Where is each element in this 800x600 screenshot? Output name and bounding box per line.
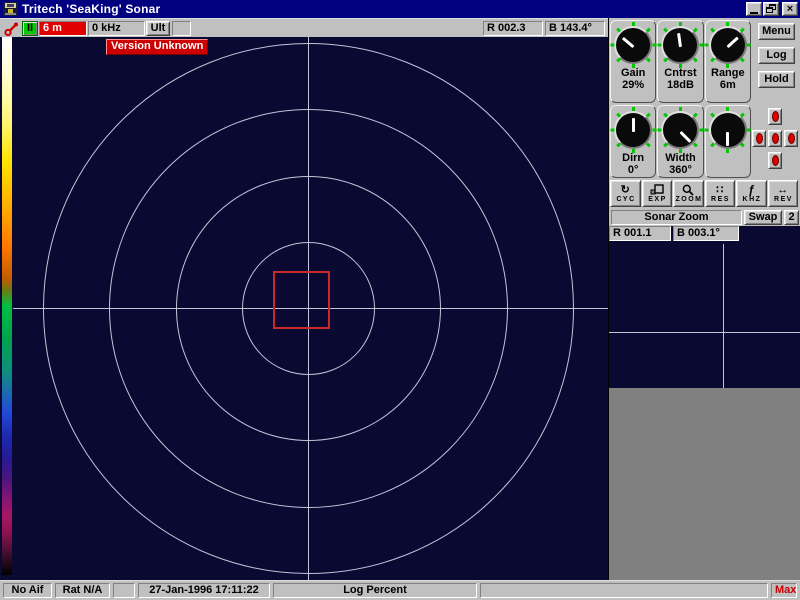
contrast-knob[interactable] [661, 26, 699, 64]
tool-button-row: ↻ CYC EXP ZOOM ∷ RES [609, 178, 800, 208]
main-content: II 6 m 0 kHz Ult R 002.3 B 143.4° [0, 18, 800, 580]
max-indicator: Max [771, 583, 797, 598]
led-right-button[interactable] [784, 130, 798, 147]
led-icon [756, 133, 763, 144]
aux-knob-panel [705, 105, 751, 178]
minimize-icon [750, 12, 758, 14]
zoom-crosshair-horizontal [609, 332, 800, 333]
aif-status-field: No Aif [3, 583, 52, 598]
width-knob[interactable] [661, 111, 699, 149]
contrast-label: Cntrst [664, 67, 696, 79]
range-knob-panel: Range 6m [705, 20, 751, 103]
intensity-colorbar [2, 37, 12, 575]
direction-label: Dirn [622, 152, 644, 164]
top-toolbar: II 6 m 0 kHz Ult R 002.3 B 143.4° [0, 18, 608, 37]
frequency-icon: ƒ [748, 183, 755, 196]
contrast-knob-panel: Cntrst 18dB [657, 20, 703, 103]
knob-row-1: Gain 29% Cntrst 18dB Range 6m Menu Log H… [609, 18, 800, 103]
range-knob[interactable] [709, 26, 747, 64]
range-readout-field: R 002.3 [483, 21, 543, 36]
setup-button[interactable] [0, 20, 22, 36]
app-window: Tritech 'SeaKing' Sonar × II 6 m 0 kHz U… [0, 0, 800, 600]
led-center-button[interactable] [768, 130, 782, 147]
frequency-field: 0 kHz [88, 21, 145, 36]
window-title: Tritech 'SeaKing' Sonar [22, 2, 745, 16]
status-bar: No Aif Rat N/A 27-Jan-1996 17:11:22 Log … [0, 580, 800, 600]
led-up-button[interactable] [768, 108, 782, 125]
spare-status-field [113, 583, 135, 598]
khz-button[interactable]: ƒ KHZ [736, 180, 767, 207]
resolution-icon: ∷ [716, 183, 723, 196]
hold-button[interactable]: Hold [758, 71, 795, 88]
title-bar: Tritech 'SeaKing' Sonar × [0, 0, 800, 18]
zoom-bearing-readout: B 003.1° [673, 226, 739, 241]
sonar-display[interactable]: Version Unknown [0, 37, 608, 580]
direction-knob[interactable] [614, 111, 652, 149]
restore-button[interactable] [763, 2, 779, 16]
res-button[interactable]: ∷ RES [705, 180, 736, 207]
gain-value: 29% [622, 79, 644, 91]
minimize-button[interactable] [746, 2, 762, 16]
zoom-icon [682, 183, 694, 196]
sonar-zoom-title: Sonar Zoom [611, 210, 742, 225]
spare-status-field-2 [480, 583, 768, 598]
zoom-crosshair-vertical [723, 244, 724, 388]
gain-knob-panel: Gain 29% [610, 20, 656, 103]
range-field: 6 m [39, 21, 87, 36]
zoom-count-button[interactable]: 2 [784, 210, 799, 225]
zoom-button[interactable]: ZOOM [673, 180, 704, 207]
aux-knob[interactable] [709, 111, 747, 149]
zoom-readout-row: R 001.1 B 003.1° [609, 226, 800, 244]
exp-button[interactable]: EXP [642, 180, 673, 207]
led-down-button[interactable] [768, 152, 782, 169]
log-button[interactable]: Log [758, 47, 795, 64]
expand-icon [650, 183, 664, 196]
knob-row-2: Dirn 0° Width 360° [609, 103, 800, 178]
spare-field [172, 21, 191, 36]
led-icon [772, 111, 779, 122]
app-icon [3, 2, 18, 16]
gain-label: Gain [621, 67, 645, 79]
rev-button[interactable]: ↔ REV [768, 180, 799, 207]
sonar-plot [0, 37, 608, 580]
ult-button[interactable]: Ult [146, 21, 170, 36]
left-column: II 6 m 0 kHz Ult R 002.3 B 143.4° [0, 18, 608, 580]
contrast-value: 18dB [667, 79, 694, 91]
zoom-region-marker [274, 272, 329, 328]
direction-knob-panel: Dirn 0° [610, 105, 656, 178]
width-label: Width [665, 152, 695, 164]
direction-value: 0° [628, 164, 639, 176]
control-panel: Gain 29% Cntrst 18dB Range 6m Menu Log H… [608, 18, 800, 580]
panel-filler [609, 388, 800, 580]
side-button-column: Menu Log Hold [752, 20, 799, 103]
restore-icon [766, 4, 776, 14]
pause-button[interactable]: II [22, 21, 38, 36]
led-icon [788, 133, 795, 144]
log-mode-field: Log Percent [273, 583, 477, 598]
rat-status-field: Rat N/A [55, 583, 110, 598]
sonar-zoom-header: Sonar Zoom Swap 2 [609, 208, 800, 226]
close-button[interactable]: × [782, 2, 798, 16]
wrench-icon [4, 21, 19, 36]
range-label: Range [711, 67, 745, 79]
cycle-icon: ↻ [621, 183, 630, 196]
cyc-button[interactable]: ↻ CYC [610, 180, 641, 207]
swap-button[interactable]: Swap [744, 210, 782, 225]
led-left-button[interactable] [752, 130, 766, 147]
reverse-icon: ↔ [777, 183, 788, 196]
range-value: 6m [720, 79, 736, 91]
led-icon [772, 133, 779, 144]
led-cross-cluster [752, 105, 799, 178]
datetime-field: 27-Jan-1996 17:11:22 [138, 583, 270, 598]
width-knob-panel: Width 360° [657, 105, 703, 178]
sonar-zoom-display[interactable] [609, 244, 800, 388]
menu-button[interactable]: Menu [758, 23, 795, 40]
bearing-readout-field: B 143.4° [545, 21, 605, 36]
version-label: Version Unknown [106, 39, 208, 55]
gain-knob[interactable] [614, 26, 652, 64]
close-icon: × [787, 4, 793, 14]
led-icon [772, 155, 779, 166]
width-value: 360° [669, 164, 692, 176]
zoom-range-readout: R 001.1 [609, 226, 671, 241]
